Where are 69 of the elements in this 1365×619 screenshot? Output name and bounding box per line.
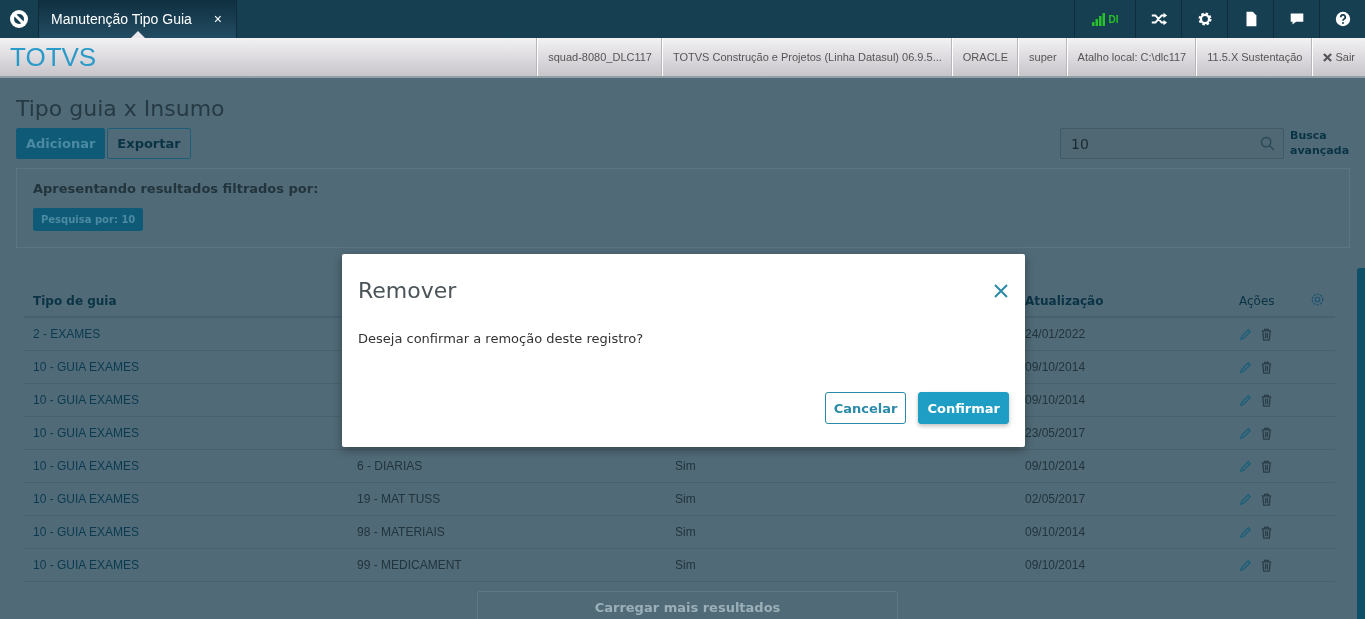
table-cell-text: 09/10/2014	[1024, 558, 1087, 572]
table-cell-text: 09/10/2014	[1024, 525, 1087, 539]
filter-tag[interactable]: Pesquisa por: 10	[33, 208, 144, 231]
session-info: squad-8080_DLC117	[537, 38, 662, 76]
table-cell-text: 10 - GUIA EXAMES	[32, 558, 141, 572]
table-cell-text: Sim	[674, 459, 697, 473]
advanced-search-link[interactable]: Busca avançada	[1290, 128, 1350, 158]
window-tab[interactable]: Manutenção Tipo Guia ×	[39, 0, 237, 38]
table-cell-text: 09/10/2014	[1024, 360, 1087, 374]
table-cell-text: 24/01/2022	[1024, 327, 1087, 341]
table-cell-text: 98 - MATERIAIS	[356, 525, 446, 539]
edit-icon[interactable]	[1239, 459, 1252, 473]
edit-icon[interactable]	[1239, 393, 1252, 407]
cancel-button[interactable]: Cancelar	[824, 392, 907, 424]
table-cell-text: Sim	[674, 558, 697, 572]
delete-icon[interactable]	[1260, 525, 1273, 539]
delete-icon[interactable]	[1260, 492, 1273, 506]
table-cell-text: 10 - GUIA EXAMES	[32, 393, 141, 407]
table-cell-text: 09/10/2014	[1024, 459, 1087, 473]
delete-icon[interactable]	[1260, 558, 1273, 572]
edit-icon[interactable]	[1239, 327, 1252, 341]
edit-icon[interactable]	[1239, 426, 1252, 440]
delete-icon[interactable]	[1260, 327, 1273, 341]
table-cell-text: 10 - GUIA EXAMES	[32, 492, 141, 506]
table-cell-text: 99 - MEDICAMENT	[356, 558, 463, 572]
session-info: ORACLE	[951, 38, 1019, 76]
brand-logo: TOTVS	[9, 40, 97, 74]
connection-status: DI	[1108, 13, 1119, 25]
session-info: super	[1018, 38, 1067, 76]
signal-icon	[1091, 12, 1106, 26]
table-cell-text: 02/05/2017	[1024, 492, 1087, 506]
export-button[interactable]: Exportar	[107, 128, 191, 159]
edit-icon[interactable]	[1239, 558, 1252, 572]
session-info: Atalho local: C:\dlc117	[1066, 38, 1197, 76]
edit-icon[interactable]	[1239, 492, 1252, 506]
table-cell-text: 19 - MAT TUSS	[356, 492, 442, 506]
search-icon	[1260, 136, 1275, 151]
delete-icon[interactable]	[1260, 393, 1273, 407]
add-button[interactable]: Adicionar	[16, 128, 106, 159]
dialog-message: Deseja confirmar a remoção deste registro?	[358, 331, 644, 346]
dialog-title: Remover	[358, 278, 457, 303]
table-cell-text: Sim	[674, 492, 697, 506]
table-cell-text: 23/05/2017	[1024, 426, 1087, 440]
tab-close-button[interactable]: ×	[213, 11, 222, 27]
session-info: TOTVS Construção e Projetos (Linha Datasul) 06.9.5...	[662, 38, 952, 76]
close-button[interactable]	[993, 282, 1009, 299]
table-cell-text: 2 - EXAMES	[32, 327, 102, 341]
delete-icon[interactable]	[1260, 360, 1273, 374]
delete-icon[interactable]	[1260, 459, 1273, 473]
settings-icon	[1310, 292, 1325, 307]
table-cell-text: 10 - GUIA EXAMES	[32, 360, 141, 374]
table-cell-text: Sim	[674, 525, 697, 539]
table-cell-text: 10 - GUIA EXAMES	[32, 426, 141, 440]
close-icon	[1323, 52, 1333, 62]
delete-icon[interactable]	[1260, 426, 1273, 440]
scrollbar[interactable]	[1357, 268, 1365, 619]
search-field[interactable]: 10	[1060, 128, 1284, 159]
confirm-button[interactable]: Confirmar	[918, 392, 1009, 424]
load-more-button[interactable]: Carregar mais resultados	[477, 591, 898, 619]
table-cell-text: 6 - DIARIAS	[356, 459, 424, 473]
edit-icon[interactable]	[1239, 525, 1252, 539]
session-info: 11.5.X Sustentação	[1196, 38, 1313, 76]
table-cell-text: 09/10/2014	[1024, 393, 1087, 407]
edit-icon[interactable]	[1239, 360, 1252, 374]
table-cell-text: 10 - GUIA EXAMES	[32, 459, 141, 473]
table-cell-text: 10 - GUIA EXAMES	[32, 525, 141, 539]
filter-heading: Apresentando resultados filtrados por:	[33, 181, 319, 196]
logout-label[interactable]: Sair	[1335, 51, 1355, 63]
column-header[interactable]: Ações	[1230, 294, 1310, 308]
